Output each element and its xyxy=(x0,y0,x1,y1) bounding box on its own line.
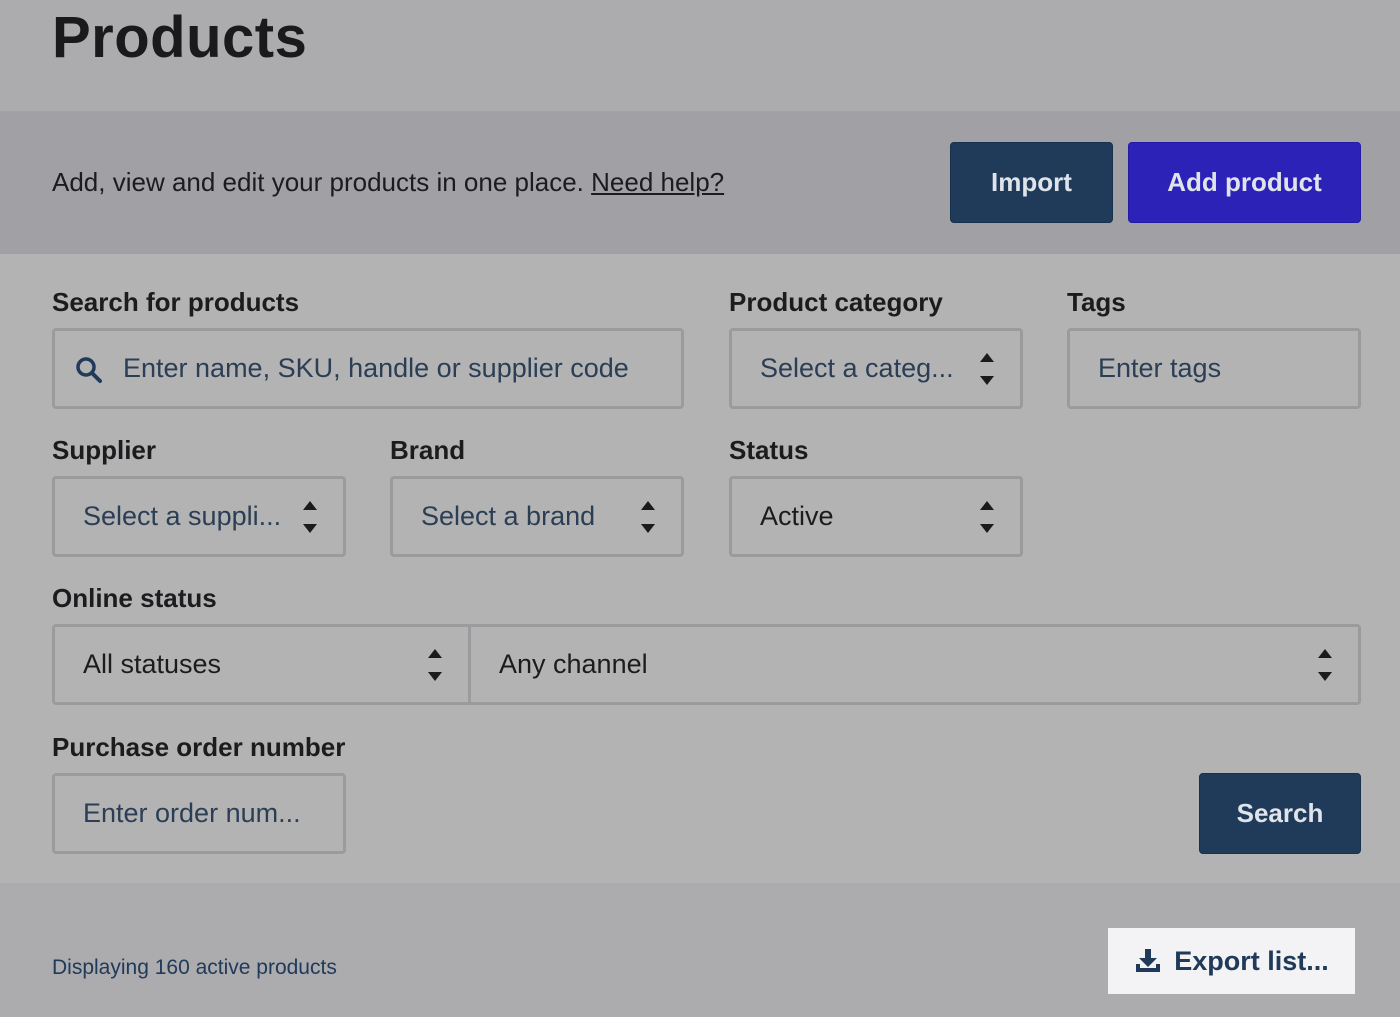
brand-select[interactable]: Select a brand xyxy=(390,476,684,557)
purchase-order-input[interactable]: Enter order num... xyxy=(52,773,346,854)
category-spinner-icon xyxy=(980,351,994,387)
export-list-button[interactable]: Export list... xyxy=(1108,928,1355,994)
online-status-select[interactable]: All statuses xyxy=(52,624,471,705)
status-select[interactable]: Active xyxy=(729,476,1023,557)
brand-label: Brand xyxy=(390,435,466,465)
supplier-spinner-icon xyxy=(303,499,317,535)
page-title: Products xyxy=(52,5,308,70)
info-bar: Add, view and edit your products in one … xyxy=(0,111,1400,254)
brand-placeholder: Select a brand xyxy=(421,501,596,531)
tags-label: Tags xyxy=(1067,287,1126,317)
online-status-value: All statuses xyxy=(83,649,222,679)
filters-panel: Search for products Enter name, SKU, han… xyxy=(0,254,1400,883)
supplier-select[interactable]: Select a suppli... xyxy=(52,476,346,557)
status-label: Status xyxy=(729,435,809,465)
download-icon xyxy=(1136,949,1161,972)
tags-input[interactable]: Enter tags xyxy=(1067,328,1361,409)
tags-placeholder: Enter tags xyxy=(1098,353,1222,383)
status-value: Active xyxy=(760,501,834,531)
category-select[interactable]: Select a categ... xyxy=(729,328,1023,409)
import-button[interactable]: Import xyxy=(950,142,1113,223)
category-placeholder: Select a categ... xyxy=(760,353,954,383)
supplier-placeholder: Select a suppli... xyxy=(83,501,282,531)
supplier-label: Supplier xyxy=(52,435,157,465)
search-input[interactable]: Enter name, SKU, handle or supplier code xyxy=(52,328,684,409)
purchase-order-label: Purchase order number xyxy=(52,732,346,762)
channel-select[interactable]: Any channel xyxy=(468,624,1361,705)
info-description: Add, view and edit your products in one … xyxy=(52,167,584,197)
search-placeholder: Enter name, SKU, handle or supplier code xyxy=(123,353,629,383)
search-icon xyxy=(76,357,102,383)
channel-spinner-icon xyxy=(1318,647,1332,683)
search-label: Search for products xyxy=(52,287,300,317)
display-count: Displaying 160 active products xyxy=(52,956,337,979)
add-product-button[interactable]: Add product xyxy=(1128,142,1361,223)
search-button[interactable]: Search xyxy=(1199,773,1361,854)
online-status-spinner-icon xyxy=(428,647,442,683)
info-text: Add, view and edit your products in one … xyxy=(52,167,724,198)
export-label: Export list... xyxy=(1174,945,1329,976)
purchase-order-placeholder: Enter order num... xyxy=(83,798,301,828)
online-status-label: Online status xyxy=(52,583,217,613)
page-header: Products xyxy=(0,0,1400,111)
results-footer: Displaying 160 active products Export li… xyxy=(0,883,1400,1017)
category-label: Product category xyxy=(729,287,943,317)
need-help-link[interactable]: Need help? xyxy=(591,167,724,197)
status-spinner-icon xyxy=(980,499,994,535)
brand-spinner-icon xyxy=(641,499,655,535)
channel-value: Any channel xyxy=(499,649,648,679)
